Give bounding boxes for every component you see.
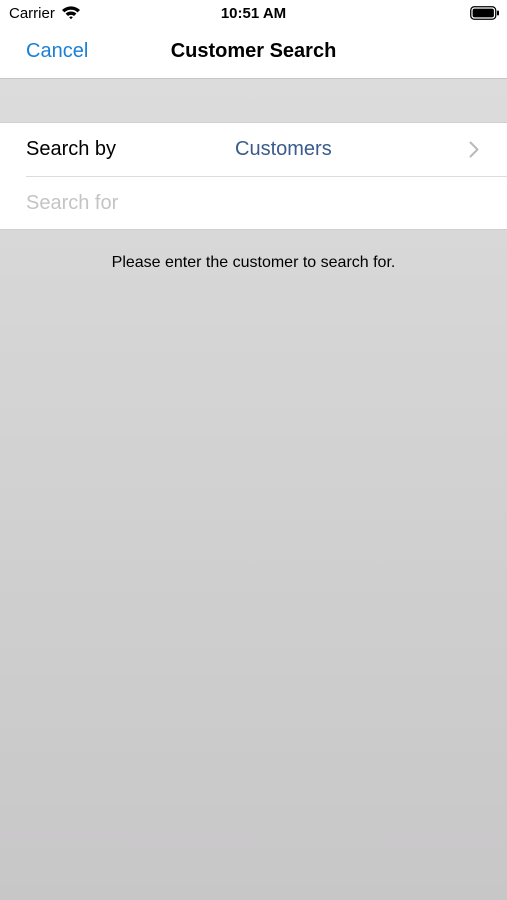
navigation-bar: Cancel Customer Search	[0, 28, 507, 79]
search-for-input[interactable]	[26, 188, 486, 218]
search-by-label: Search by	[26, 138, 117, 160]
status-bar: Carrier 10:51 AM	[0, 0, 507, 28]
hint-text: Please enter the customer to search for.	[111, 254, 396, 271]
status-time: 10:51 AM	[220, 5, 287, 22]
search-by-value: Customers	[235, 138, 332, 160]
chevron-right-icon	[469, 141, 479, 158]
battery-icon	[470, 6, 500, 20]
search-for-row	[0, 176, 507, 229]
search-form: Search by Customers	[0, 122, 507, 230]
page-title: Customer Search	[170, 40, 337, 62]
search-by-row[interactable]: Search by Customers	[0, 123, 507, 176]
